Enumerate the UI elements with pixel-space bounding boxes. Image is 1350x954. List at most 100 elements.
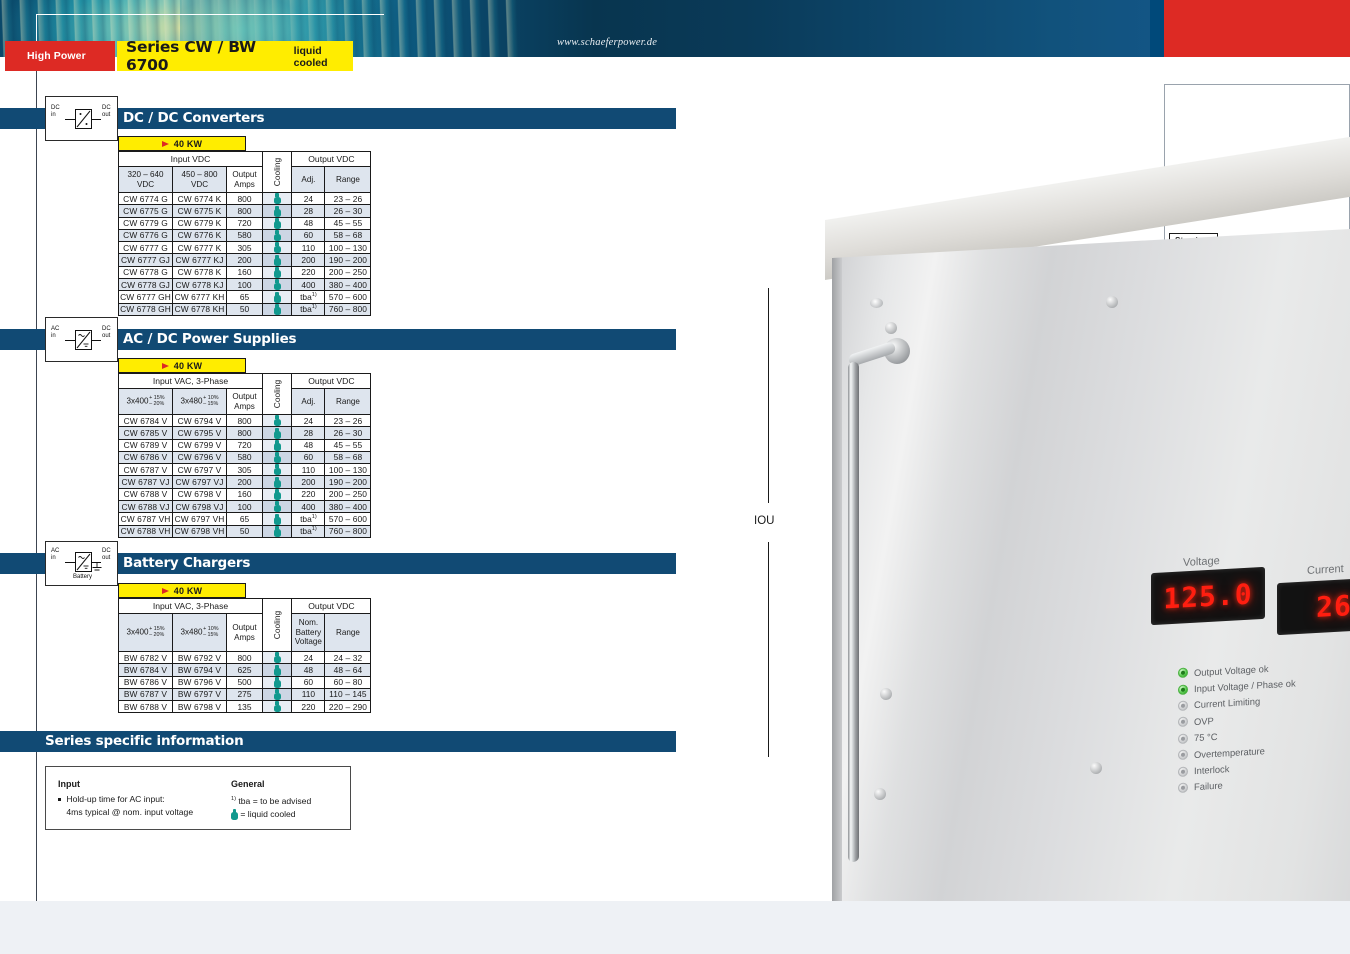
cell-output-adj: 220 (291, 487, 326, 501)
power-rating-label: 40 KW (173, 138, 203, 149)
status-led-list: Output Voltage ok Input Voltage / Phase o… (1178, 655, 1350, 796)
cell-output-adj: 400 (291, 277, 326, 292)
cell-output-adj: tba1) (291, 290, 326, 304)
acdc-power-supply-icon: AC in DC out (45, 317, 118, 362)
status-led-label: Current Limiting (1194, 695, 1261, 711)
power-rating-label: 40 KW (173, 585, 203, 596)
cell-model-input2: CW 6798 VH (172, 524, 227, 538)
cell-model-input2: CW 6797 VJ (172, 475, 227, 489)
cell-cooling (261, 426, 293, 440)
cell-output-range: 570 – 600 (324, 290, 372, 304)
cell-model-input2: CW 6779 K (172, 216, 227, 230)
arrow-icon (161, 140, 169, 147)
info-general-line1: 1) tba = to be advised (231, 795, 312, 806)
cell-output-adj: 60 (291, 675, 326, 689)
power-rating-bar-dcdc: 40 KW (118, 136, 246, 151)
cell-output-adj: tba1) (291, 302, 326, 316)
cell-output-range: 24 – 32 (324, 650, 372, 665)
cell-cooling (261, 216, 293, 230)
hdr-in2-dcdc: 450 – 800 VDC (172, 166, 227, 193)
cell-output-amps: 65 (226, 290, 263, 304)
cell-model-input1: CW 6787 V (118, 463, 173, 477)
status-led-indicator-icon (1178, 733, 1188, 744)
cell-cooling (261, 512, 293, 526)
hdr-cooling-battery: Cooling (261, 598, 293, 652)
cell-output-amps: 100 (226, 499, 263, 514)
liquid-cooled-droplet-icon (273, 303, 281, 315)
door-screw (880, 688, 892, 700)
status-led-indicator-icon (1178, 716, 1188, 728)
cell-output-range: 760 – 800 (324, 524, 372, 538)
cell-output-amps: 800 (226, 650, 263, 665)
cell-cooling (261, 450, 293, 465)
hdr-range-acdc: Range (324, 388, 372, 415)
cell-cooling (261, 265, 293, 279)
hdr-output-battery: Output VDC (291, 598, 372, 614)
cell-output-amps: 305 (226, 463, 263, 477)
cell-cooling (261, 700, 293, 714)
info-column-input: Input Hold-up time for AC input: 4ms typ… (58, 779, 218, 819)
dcdc-table-body: CW 6774 G CW 6774 K 800 24 23 – 26 CW 6775 GC… (118, 191, 372, 316)
table-row: BW 6782 V BW 6792 V 800 24 24 – 32 (118, 650, 372, 665)
hdr-in1-battery: 3x400+ 15% – 20% (118, 613, 173, 652)
info-column-general: General 1) tba = to be advised = liquid … (231, 779, 351, 821)
cell-output-range: 200 – 250 (324, 265, 372, 279)
cell-cooling (261, 241, 293, 255)
cell-output-amps: 160 (226, 487, 263, 501)
icon-label-out-sub: out (102, 554, 111, 561)
status-led-label: Failure (1194, 779, 1223, 793)
liquid-cooled-droplet-icon (273, 476, 281, 488)
liquid-cooled-droplet-icon (273, 701, 281, 713)
cell-model-input1: BW 6788 V (118, 700, 173, 714)
cabinet-front-door (832, 228, 1350, 910)
cell-output-range: 570 – 600 (324, 512, 372, 526)
cell-output-amps: 305 (226, 241, 263, 255)
cell-model-input1: CW 6778 G (118, 265, 173, 279)
cell-output-range: 200 – 250 (324, 487, 372, 501)
website-url: www.schaeferpower.de (557, 37, 658, 48)
cell-model-input2: CW 6777 KH (172, 290, 227, 304)
cell-model-input2: CW 6798 V (172, 487, 227, 501)
cell-model-input2: CW 6796 V (172, 450, 227, 465)
hdr-output-acdc: Output VDC (291, 373, 372, 389)
hdr-input-acdc: Input VAC, 3-Phase (118, 373, 263, 389)
hdr-in2-acdc: 3x480+ 10% – 15% (172, 388, 227, 415)
liquid-cooled-droplet-icon (273, 501, 281, 513)
cell-model-input2: CW 6777 K (172, 241, 227, 255)
hdr-in1-dcdc: 320 – 640 VDC (118, 166, 173, 193)
status-led-label: Interlock (1194, 763, 1230, 777)
high-power-badge: High Power (5, 41, 115, 71)
liquid-cooled-droplet-icon (273, 217, 281, 229)
icon-label-out-sub: out (102, 111, 111, 118)
table-row: CW 6778 GJ CW 6778 KJ 100 400 380 – 400 (118, 277, 372, 292)
info-general-line2: = liquid cooled (231, 808, 351, 821)
table-row: CW 6789 V CW 6799 V 720 48 45 – 55 (118, 438, 372, 452)
cell-output-range: 380 – 400 (324, 277, 372, 292)
cell-cooling (261, 524, 293, 538)
cell-cooling (261, 290, 293, 304)
table-row: CW 6788 VJ CW 6798 VJ 100 400 380 – 400 (118, 499, 372, 514)
table-row: CW 6786 V CW 6796 V 580 60 58 – 68 (118, 450, 372, 465)
liquid-cooled-droplet-icon (273, 664, 281, 676)
cabinet-door-handle[interactable] (848, 361, 859, 863)
cell-output-amps: 580 (226, 450, 263, 465)
cell-output-adj: 110 (291, 463, 326, 477)
table-row: CW 6774 G CW 6774 K 800 24 23 – 26 (118, 191, 372, 206)
icon-label-in-sub: in (51, 554, 56, 561)
cell-output-adj: 200 (291, 253, 326, 267)
cell-model-input1: CW 6779 G (118, 216, 173, 230)
cell-model-input2: BW 6794 V (172, 663, 227, 677)
cell-model-input1: BW 6786 V (118, 675, 173, 689)
door-screw (1090, 762, 1102, 774)
door-screw (885, 322, 897, 334)
cell-output-amps: 800 (226, 413, 263, 428)
cell-model-input2: CW 6778 K (172, 265, 227, 279)
liquid-cooled-droplet-icon (273, 513, 281, 525)
liquid-cooled-droplet-icon (273, 279, 281, 291)
cell-model-input2: CW 6776 K (172, 228, 227, 243)
table-row: CW 6777 G CW 6777 K 305 110 100 – 130 (118, 241, 372, 255)
door-screw (1106, 296, 1118, 308)
cell-model-input1: CW 6789 V (118, 438, 173, 452)
cell-output-amps: 200 (226, 253, 263, 267)
hdr-nom-battery-voltage: Nom. Battery Voltage (291, 613, 326, 652)
